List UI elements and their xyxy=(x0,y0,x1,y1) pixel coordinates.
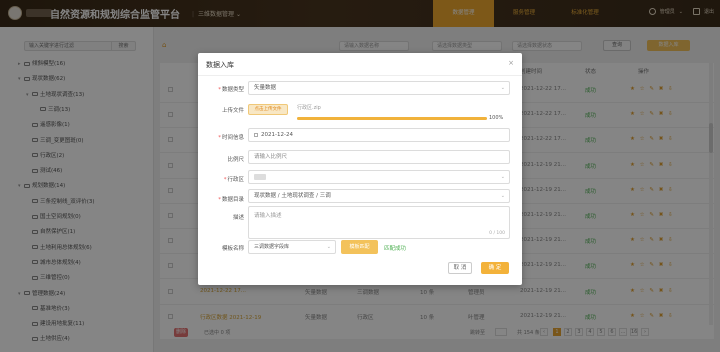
time-picker[interactable]: 2021-12-24 xyxy=(248,128,510,142)
dialog-divider xyxy=(198,75,522,76)
region-label: *行政区 xyxy=(223,177,244,183)
calendar-icon xyxy=(254,132,258,137)
catalog-label: *数据目录 xyxy=(218,197,244,203)
description-label: 描述 xyxy=(232,215,244,221)
catalog-cascader[interactable]: 现状数据 / 土地现状调查 / 三调 ⌄ xyxy=(248,189,510,203)
upload-progress-text: 100% xyxy=(489,115,504,121)
confirm-button[interactable]: 确 定 xyxy=(481,262,509,274)
data-type-label: *数据类型 xyxy=(218,87,244,93)
description-textarea[interactable]: 请输入描述 0 / 100 xyxy=(248,206,510,239)
upload-progress-bar xyxy=(297,117,487,120)
upload-progress-fill xyxy=(297,117,487,120)
chevron-down-icon: ⌄ xyxy=(500,193,505,199)
close-icon[interactable]: × xyxy=(508,59,514,67)
description-counter: 0 / 100 xyxy=(489,231,505,236)
upload-label: 上传文件 xyxy=(221,108,244,114)
scale-label: 比例尺 xyxy=(227,157,244,163)
template-select[interactable]: 三调数据字段库 ⌄ xyxy=(248,240,336,254)
region-select[interactable]: ⌄ xyxy=(248,170,510,184)
dialog-title: 数据入库 xyxy=(206,61,234,69)
cancel-button[interactable]: 取 消 xyxy=(448,262,472,274)
time-label: *时间信息 xyxy=(218,135,244,141)
template-label: 模板名称 xyxy=(221,246,244,252)
region-value-blurred xyxy=(254,173,266,180)
template-match-button[interactable]: 模板匹配 xyxy=(341,240,378,254)
chevron-down-icon: ⌄ xyxy=(326,244,331,250)
data-type-select[interactable]: 矢量数据 ⌄ xyxy=(248,81,510,95)
uploaded-file-name: 行政区.zip xyxy=(297,105,321,111)
app-root: 自然资源和规划综合监管平台 | 三维数据管理 ⌄ 数据管理 服务管理 标准化管理 … xyxy=(0,0,720,352)
upload-file-button[interactable]: 点击上传文件 xyxy=(248,104,288,115)
chevron-down-icon: ⌄ xyxy=(500,85,505,91)
chevron-down-icon: ⌄ xyxy=(500,174,505,180)
import-dialog: 数据入库 × *数据类型 矢量数据 ⌄ 上传文件 点击上传文件 行政区.zip 1… xyxy=(198,53,522,285)
scale-input[interactable]: 请输入比例尺 xyxy=(248,150,510,164)
template-match-status: 匹配成功 xyxy=(384,246,407,252)
